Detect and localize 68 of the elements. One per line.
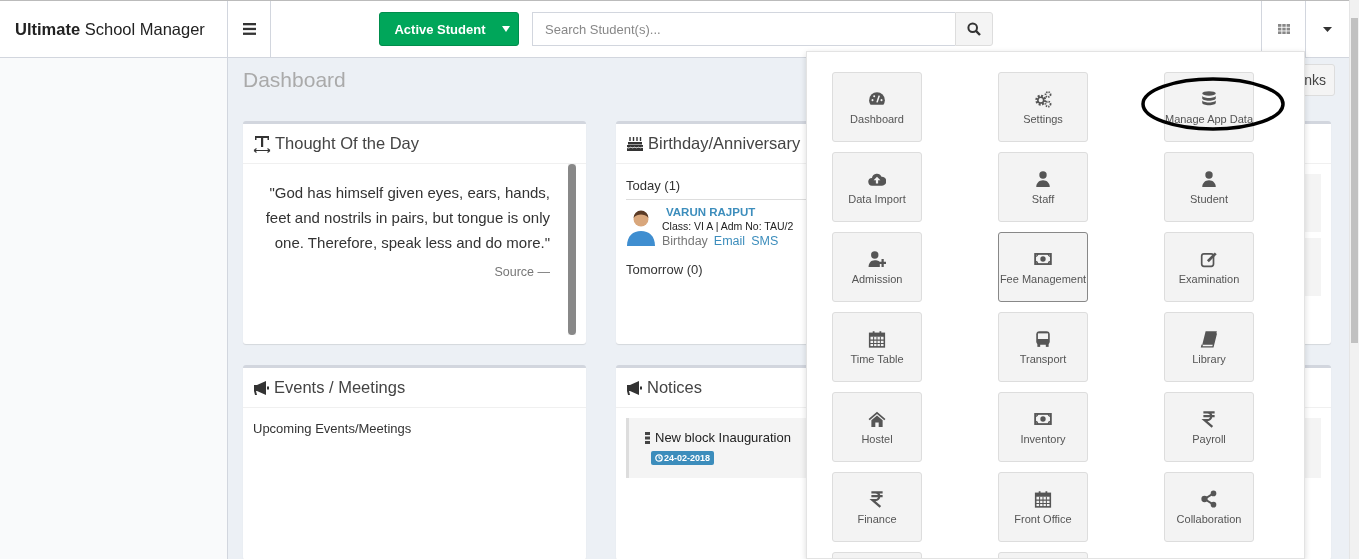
edit-icon <box>1200 250 1218 268</box>
section-label: Tomorrow (0) <box>626 261 704 279</box>
occasion-label: Birthday <box>662 234 708 248</box>
avatar-icon <box>624 208 658 246</box>
date-badge: 24-02-2018 <box>651 451 715 465</box>
caret-icon <box>502 26 510 32</box>
app-tile[interactable]: Staff <box>998 152 1088 222</box>
search-button[interactable] <box>955 12 993 46</box>
app-tile[interactable]: Examination <box>1164 232 1254 302</box>
user-icon <box>1200 170 1218 188</box>
user-plus-icon <box>868 250 886 268</box>
clock-icon <box>655 454 663 462</box>
student-details: Class: VI A | Adm No: TAU/2 <box>662 220 794 232</box>
scrollbar[interactable] <box>568 164 576 335</box>
bus-icon <box>1034 330 1052 348</box>
app-tile[interactable]: Front Office <box>998 472 1088 542</box>
app-tile[interactable]: Admission <box>832 232 922 302</box>
app-tile[interactable]: Transport <box>998 312 1088 382</box>
menu-icon <box>242 23 256 35</box>
cake-icon <box>626 135 644 152</box>
text-width-icon <box>253 134 271 153</box>
app-tile[interactable]: Time Table <box>832 312 922 382</box>
app-tile[interactable]: Finance <box>832 472 922 542</box>
action-link[interactable]: Email <box>713 234 746 248</box>
share-icon <box>1200 490 1218 508</box>
calendar-icon <box>1034 490 1052 508</box>
app-tile[interactable]: Settings <box>998 72 1088 142</box>
bars-icon <box>645 431 650 444</box>
app-tile[interactable]: Hostel <box>832 392 922 462</box>
student-name-link[interactable]: VARUN RAJPUT <box>666 206 794 218</box>
app-tile[interactable]: Manage App Data <box>1164 72 1254 142</box>
bullhorn-icon <box>626 379 643 396</box>
section-label: Upcoming Events/Meetings <box>253 420 413 436</box>
card-title: Notices <box>647 378 703 397</box>
database-icon <box>1200 90 1218 108</box>
page-title: Dashboard <box>243 68 346 92</box>
app-tile[interactable]: Payroll <box>1164 392 1254 462</box>
card-title: Events / Meetings <box>274 378 406 397</box>
calendar-icon <box>868 330 886 348</box>
rupee-icon <box>868 490 886 508</box>
app-tile[interactable]: Data Import <box>832 152 922 222</box>
card-title: Thought Of the Day <box>275 134 419 153</box>
app-tile[interactable]: Student <box>1164 152 1254 222</box>
search-icon <box>967 22 981 36</box>
user-icon <box>1034 170 1052 188</box>
gauge-icon <box>868 90 886 108</box>
app-logo-text[interactable]: Ultimate School Manager <box>15 19 205 39</box>
quote-source: Source — <box>493 265 550 279</box>
app-tile[interactable]: Collaboration <box>1164 472 1254 542</box>
banknote-icon <box>1034 410 1052 428</box>
app-tile[interactable]: Library <box>1164 312 1254 382</box>
notice-title: New block Inauguration <box>655 430 791 445</box>
banknote-icon <box>1034 250 1052 268</box>
app-tile[interactable]: Dashboard <box>832 72 922 142</box>
bullhorn-icon <box>253 379 270 396</box>
action-link[interactable]: SMS <box>751 234 779 248</box>
scrollbar[interactable] <box>1349 0 1359 559</box>
app-tile[interactable]: Fee Management <box>998 232 1088 302</box>
app-tile[interactable]: Inventory <box>998 392 1088 462</box>
book-icon <box>1200 330 1218 348</box>
rupee-icon <box>1200 410 1218 428</box>
search-field[interactable]: Search Student(s)... <box>532 12 955 46</box>
house-icon <box>868 410 886 428</box>
card-title: Birthday/Anniversary <box>648 134 801 153</box>
grid-icon <box>1277 24 1290 34</box>
quote-text: "God has himself given eyes, ears, hands, feet and nostrils in pairs, but tongue is only one. Therefore, speak less and do more." <box>264 183 550 253</box>
gears-icon <box>1034 90 1052 108</box>
caret-icon <box>1323 26 1332 32</box>
